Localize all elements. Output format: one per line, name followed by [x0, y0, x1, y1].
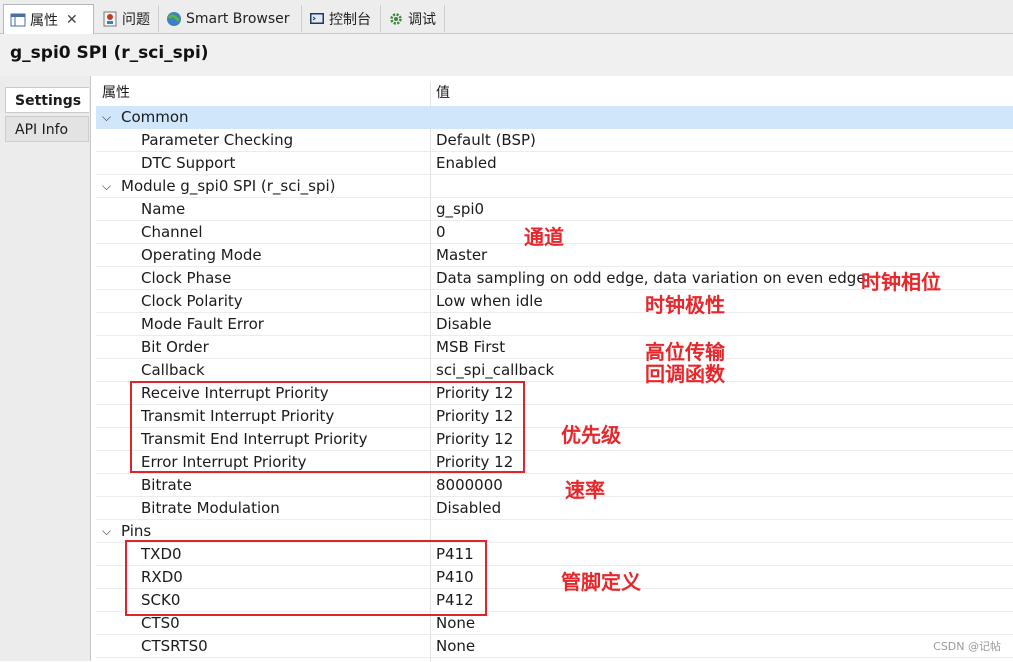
tab-settings[interactable]: Settings: [5, 87, 89, 113]
property-name: Bit Order: [141, 338, 209, 356]
annotation-callback: 回调函数: [645, 362, 725, 386]
property-name: CTSRTS0: [141, 637, 208, 655]
property-value[interactable]: Enabled: [436, 152, 497, 174]
property-name: Bitrate: [141, 476, 192, 494]
property-name: Bitrate Modulation: [141, 499, 280, 517]
console-icon: [309, 11, 325, 27]
property-name: Module g_spi0 SPI (r_sci_spi): [121, 177, 336, 195]
property-name: Operating Mode: [141, 246, 262, 264]
property-value[interactable]: MSB First: [436, 336, 505, 358]
column-header-property[interactable]: 属性: [102, 82, 130, 105]
tab-problems[interactable]: 问题: [96, 5, 159, 32]
property-name: Common: [121, 108, 189, 126]
table-row[interactable]: Bitrate Modulation Disabled: [96, 497, 1013, 520]
page-title: g_spi0 SPI (r_sci_spi): [10, 43, 209, 63]
table-row[interactable]: Name g_spi0: [96, 198, 1013, 221]
pins-highlight-box: [125, 540, 487, 616]
table-row[interactable]: CTSRTS0 None: [96, 635, 1013, 658]
tab-label: 控制台: [329, 11, 371, 28]
smart-browser-icon: [166, 11, 182, 27]
annotation-clock-phase: 时钟相位: [861, 270, 941, 294]
table-row[interactable]: Bit Order MSB First: [96, 336, 1013, 359]
expand-toggle-icon[interactable]: ⌵: [102, 520, 111, 542]
property-value[interactable]: 0: [436, 221, 446, 243]
tab-label: 属性: [30, 12, 58, 29]
property-value[interactable]: Master: [436, 244, 487, 266]
tab-label: 问题: [122, 11, 150, 28]
tab-smart-browser[interactable]: Smart Browser: [160, 5, 302, 32]
table-row[interactable]: Mode Fault Error Disable: [96, 313, 1013, 336]
expand-toggle-icon[interactable]: ⌵: [102, 106, 111, 128]
tab-console[interactable]: 控制台: [303, 5, 381, 32]
problems-icon: [102, 11, 118, 27]
table-row[interactable]: Callback sci_spi_callback: [96, 359, 1013, 382]
property-name: DTC Support: [141, 154, 236, 172]
tab-label: Smart Browser: [186, 10, 290, 27]
watermark: CSDN @记帖: [933, 640, 1001, 653]
property-value[interactable]: Disabled: [436, 497, 501, 519]
property-value[interactable]: Default (BSP): [436, 129, 536, 151]
expand-toggle-icon[interactable]: ⌵: [102, 175, 111, 197]
debug-gear-icon: [388, 11, 404, 27]
property-name: Name: [141, 200, 186, 218]
property-value[interactable]: 8000000: [436, 474, 503, 496]
property-value[interactable]: Data sampling on odd edge, data variatio…: [436, 267, 866, 289]
property-name: Clock Phase: [141, 269, 232, 287]
table-row[interactable]: Parameter Checking Default (BSP): [96, 129, 1013, 152]
group-row[interactable]: ⌵ Module g_spi0 SPI (r_sci_spi): [96, 175, 1013, 198]
annotation-clock-polarity: 时钟极性: [645, 293, 725, 317]
property-value[interactable]: Disable: [436, 313, 492, 335]
annotation-priority: 优先级: [561, 423, 621, 447]
property-name: Clock Polarity: [141, 292, 243, 310]
column-header-value[interactable]: 值: [436, 82, 450, 105]
annotation-pins: 管脚定义: [561, 570, 641, 594]
property-value[interactable]: sci_spi_callback: [436, 359, 554, 381]
property-value[interactable]: g_spi0: [436, 198, 484, 220]
view-tab-bar: 属性 ✕ 问题 Smart Browser 控制台 调试: [0, 0, 1013, 34]
side-tabs: Settings API Info: [0, 76, 91, 661]
tab-label: 调试: [408, 11, 436, 28]
property-value[interactable]: None: [436, 635, 475, 657]
tab-api-info[interactable]: API Info: [5, 116, 89, 142]
tab-properties[interactable]: 属性 ✕: [3, 4, 94, 34]
properties-icon: [10, 12, 26, 28]
table-row[interactable]: DTC Support Enabled: [96, 152, 1013, 175]
annotation-channel: 通道: [524, 225, 564, 249]
annotation-bitrate: 速率: [565, 478, 605, 502]
property-name: Channel: [141, 223, 203, 241]
properties-title-bar: g_spi0 SPI (r_sci_spi): [0, 34, 1013, 76]
property-value[interactable]: Low when idle: [436, 290, 543, 312]
priority-highlight-box: [130, 381, 525, 473]
table-row[interactable]: Bitrate 8000000: [96, 474, 1013, 497]
property-name: Mode Fault Error: [141, 315, 264, 333]
property-name: Callback: [141, 361, 205, 379]
property-name: Pins: [121, 522, 152, 540]
group-row[interactable]: ⌵ Common: [96, 106, 1013, 129]
close-icon[interactable]: ✕: [66, 12, 78, 28]
property-name: Parameter Checking: [141, 131, 294, 149]
tab-debug[interactable]: 调试: [382, 5, 445, 32]
